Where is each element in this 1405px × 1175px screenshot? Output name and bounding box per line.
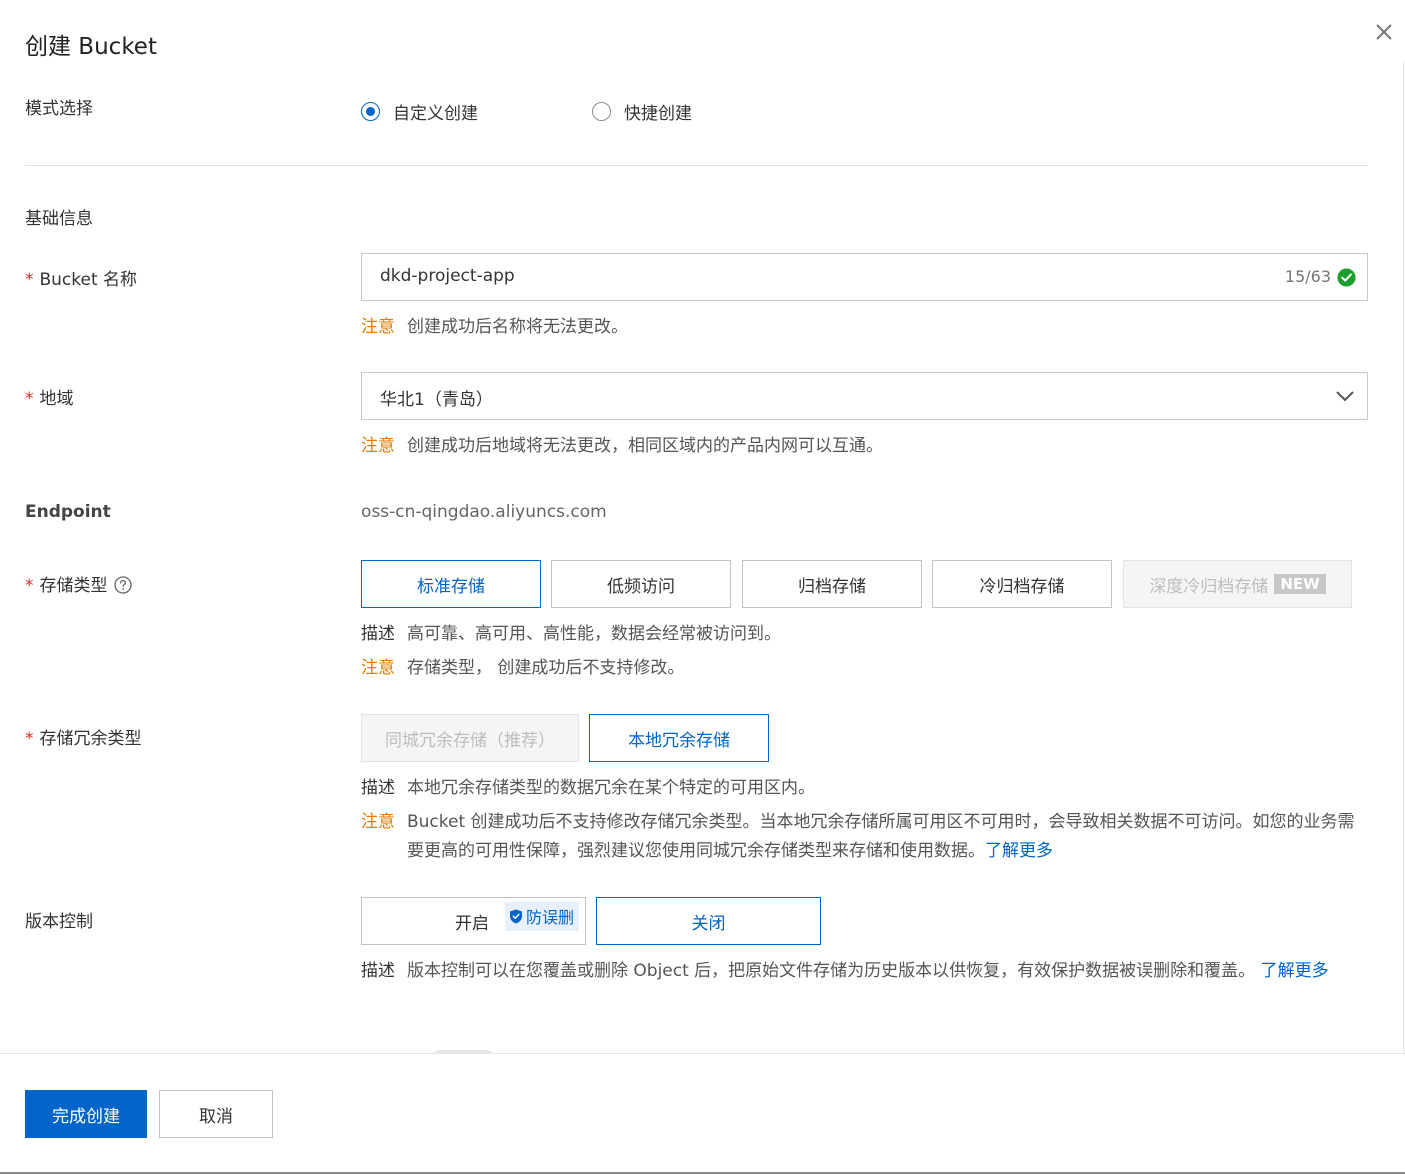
bucket-name-input-box[interactable]: 15/63 xyxy=(361,253,1368,301)
storage-class-label: * 存储类型 xyxy=(25,571,132,596)
radio-label: 自定义创建 xyxy=(393,104,478,124)
storage-option-ia[interactable]: 低频访问 xyxy=(551,560,731,608)
redundancy-label: * 存储冗余类型 xyxy=(25,724,142,749)
desc-tag: 描述 xyxy=(361,961,395,981)
desc-tag: 描述 xyxy=(361,624,395,644)
storage-option-deep-cold-archive: 深度冷归档存储 NEW xyxy=(1123,560,1352,608)
learn-more-link[interactable]: 了解更多 xyxy=(985,841,1053,861)
note-text: 创建成功后地域将无法更改，相同区域内的产品内网可以互通。 xyxy=(407,436,883,456)
check-circle-icon xyxy=(1337,268,1356,287)
mode-label: 模式选择 xyxy=(25,99,93,119)
help-circle-icon[interactable] xyxy=(113,576,132,594)
region-note: 注意 创建成功后地域将无法更改，相同区域内的产品内网可以互通。 xyxy=(361,432,883,461)
redundancy-option-zrs: 同城冗余存储（推荐） xyxy=(361,714,579,762)
learn-more-link[interactable]: 了解更多 xyxy=(1261,961,1329,981)
redundancy-option-lrs[interactable]: 本地冗余存储 xyxy=(589,714,769,762)
label-text: 存储类型 xyxy=(39,576,108,596)
required-mark: * xyxy=(25,389,34,409)
cancel-button[interactable]: 取消 xyxy=(159,1090,273,1138)
bucket-name-input[interactable] xyxy=(380,266,1240,286)
desc-text: 高可靠、高可用、高性能，数据会经常被访问到。 xyxy=(407,624,781,644)
radio-label: 快捷创建 xyxy=(624,104,692,124)
versioning-option-on[interactable]: 开启 防误删 xyxy=(361,897,586,945)
note-tag: 注意 xyxy=(361,317,395,337)
storage-class-note: 注意 存储类型， 创建成功后不支持修改。 xyxy=(361,654,684,683)
radio-quick-create[interactable]: 快捷创建 xyxy=(592,99,692,124)
radio-dot xyxy=(592,102,611,121)
scrollbar-track[interactable] xyxy=(1403,62,1404,1054)
label-text: 存储冗余类型 xyxy=(39,729,142,749)
divider xyxy=(25,165,1368,166)
note-tag: 注意 xyxy=(361,812,395,832)
label-text: Bucket 名称 xyxy=(39,270,138,290)
storage-option-standard[interactable]: 标准存储 xyxy=(361,560,541,608)
close-icon[interactable] xyxy=(1372,20,1396,44)
shield-icon xyxy=(509,909,522,923)
note-body: Bucket 创建成功后不支持修改存储冗余类型。当本地冗余存储所属可用区不可用时… xyxy=(407,812,1355,861)
desc-text: 本地冗余存储类型的数据冗余在某个特定的可用区内。 xyxy=(407,778,815,798)
redundancy-desc: 描述 本地冗余存储类型的数据冗余在某个特定的可用区内。 xyxy=(361,774,815,803)
endpoint-label: Endpoint xyxy=(25,502,111,522)
desc-body: 版本控制可以在您覆盖或删除 Object 后，把原始文件存储为历史版本以供恢复，… xyxy=(407,961,1256,981)
chevron-down-icon xyxy=(1336,391,1354,402)
radio-custom-create[interactable]: 自定义创建 xyxy=(361,99,478,124)
section-title-basic: 基础信息 xyxy=(25,209,93,229)
required-mark: * xyxy=(25,729,34,749)
desc-text: 版本控制可以在您覆盖或删除 Object 后，把原始文件存储为历史版本以供恢复，… xyxy=(407,957,1329,986)
option-label: 开启 xyxy=(455,913,489,934)
anti-delete-tag-label: 防误删 xyxy=(525,908,574,927)
char-counter: 15/63 xyxy=(1284,267,1331,286)
dialog-title: 创建 Bucket xyxy=(25,34,157,60)
anti-delete-tag: 防误删 xyxy=(504,902,579,931)
versioning-desc: 描述 版本控制可以在您覆盖或删除 Object 后，把原始文件存储为历史版本以供… xyxy=(361,957,1361,986)
region-select-value: 华北1（青岛） xyxy=(380,390,493,410)
note-tag: 注意 xyxy=(361,658,395,678)
note-text: 创建成功后名称将无法更改。 xyxy=(407,317,628,337)
desc-tag: 描述 xyxy=(361,778,395,798)
new-badge: NEW xyxy=(1274,574,1326,594)
note-text: 存储类型， 创建成功后不支持修改。 xyxy=(407,658,685,678)
required-mark: * xyxy=(25,576,34,596)
versioning-option-off[interactable]: 关闭 xyxy=(596,897,821,945)
region-select[interactable]: 华北1（青岛） xyxy=(361,372,1368,420)
storage-option-cold-archive[interactable]: 冷归档存储 xyxy=(932,560,1112,608)
label-text: 地域 xyxy=(39,389,74,409)
bucket-name-label: * Bucket 名称 xyxy=(25,265,137,290)
versioning-label: 版本控制 xyxy=(25,912,93,932)
option-label: 深度冷归档存储 xyxy=(1149,576,1269,597)
storage-option-archive[interactable]: 归档存储 xyxy=(742,560,922,608)
submit-create-button[interactable]: 完成创建 xyxy=(25,1090,147,1138)
note-tag: 注意 xyxy=(361,436,395,456)
radio-dot xyxy=(361,102,380,121)
endpoint-value: oss-cn-qingdao.aliyuncs.com xyxy=(361,502,607,522)
bucket-name-note: 注意 创建成功后名称将无法更改。 xyxy=(361,313,628,342)
storage-class-desc: 描述 高可靠、高可用、高性能，数据会经常被访问到。 xyxy=(361,620,781,649)
redundancy-note: 注意 Bucket 创建成功后不支持修改存储冗余类型。当本地冗余存储所属可用区不… xyxy=(361,808,1368,866)
required-mark: * xyxy=(25,270,34,290)
region-label: * 地域 xyxy=(25,384,74,409)
note-text: Bucket 创建成功后不支持修改存储冗余类型。当本地冗余存储所属可用区不可用时… xyxy=(407,808,1368,866)
